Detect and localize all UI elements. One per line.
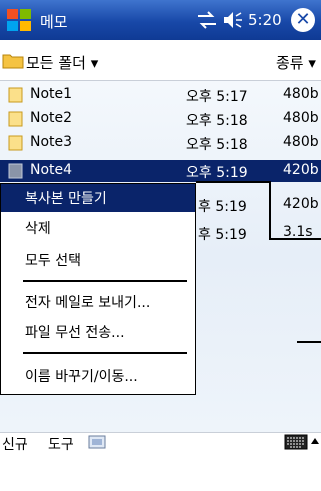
close-icon: ✕	[295, 9, 311, 30]
note-row-3[interactable]: Note3 오후 5:18 480b	[0, 132, 321, 154]
keyboard-icon[interactable]	[284, 434, 308, 450]
view-icon[interactable]	[88, 435, 106, 449]
menu-delete[interactable]: 삭제	[1, 214, 195, 242]
note-icon	[8, 163, 23, 179]
menu-separator	[23, 280, 187, 282]
folder-dropdown[interactable]: 모든 폴더 ▾	[26, 52, 98, 73]
volume-icon[interactable]	[222, 10, 244, 30]
context-menu: 복사본 만들기 삭제 모두 선택 전자 메일로 보내기... 파일 무선 전송.…	[0, 183, 196, 395]
connector-line	[269, 181, 271, 239]
note-time: 오후 5:18	[186, 137, 248, 153]
note-name: Note4	[30, 162, 73, 178]
menu-email[interactable]: 전자 메일로 보내기...	[1, 288, 195, 316]
note-icon	[8, 87, 23, 103]
connector-line	[269, 238, 321, 240]
note-size: 420b	[283, 162, 319, 178]
clock[interactable]: 5:20	[248, 11, 282, 29]
note-name: Note2	[30, 110, 73, 126]
new-button[interactable]: 신규	[2, 434, 28, 454]
note-size: 420b	[283, 196, 319, 212]
windows-flag-icon[interactable]	[4, 5, 34, 35]
note-time: 후 5:19	[198, 227, 247, 243]
close-button[interactable]: ✕	[291, 8, 315, 32]
note-size: 480b	[283, 86, 319, 102]
note-time: 후 5:19	[198, 199, 247, 215]
note-row-4[interactable]: Note4 오후 5:19 420b	[0, 160, 321, 182]
sort-dropdown[interactable]: 종류 ▾	[276, 52, 316, 73]
tools-button[interactable]: 도구	[48, 434, 74, 454]
note-icon	[8, 111, 23, 127]
note-name: Note1	[30, 86, 73, 102]
note-row-1[interactable]: Note1 오후 5:17 480b	[0, 84, 321, 106]
menu-copy[interactable]: 복사본 만들기	[1, 184, 195, 212]
folder-icon	[2, 54, 24, 69]
note-time: 오후 5:17	[186, 89, 248, 105]
connector-line	[297, 341, 321, 343]
title-bar: 메모 5:20 ✕	[0, 0, 321, 40]
note-time: 오후 5:18	[186, 113, 248, 129]
up-arrow-icon[interactable]	[311, 437, 319, 445]
connector-line	[196, 181, 270, 183]
menu-rename[interactable]: 이름 바꾸기/이동...	[1, 362, 195, 390]
connectivity-icon[interactable]	[196, 11, 218, 29]
note-icon	[8, 135, 23, 151]
menu-select-all[interactable]: 모두 선택	[1, 246, 195, 274]
note-size: 480b	[283, 134, 319, 150]
app-title: 메모	[40, 13, 68, 31]
note-time: 오후 5:19	[186, 165, 248, 181]
menu-separator	[23, 352, 187, 354]
note-name: Note3	[30, 134, 73, 150]
menu-beam[interactable]: 파일 무선 전송...	[1, 318, 195, 346]
note-size: 480b	[283, 110, 319, 126]
note-row-2[interactable]: Note2 오후 5:18 480b	[0, 108, 321, 130]
